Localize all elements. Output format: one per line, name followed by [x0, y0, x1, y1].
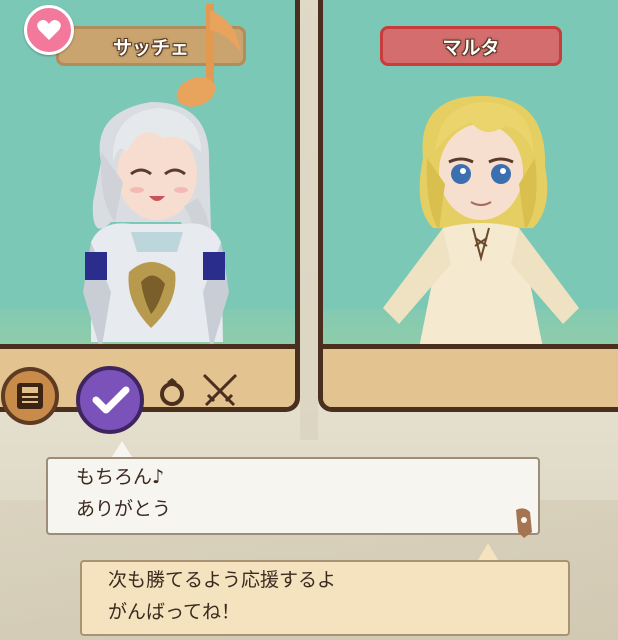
- journal-button[interactable]: [1, 367, 59, 425]
- npc-speech-bubble: 次も勝てるよう応援するよ がんばってね！: [80, 560, 570, 636]
- player-speech-bubble[interactable]: もちろん♪ ありがとう: [46, 457, 540, 535]
- sacche-character: [83, 102, 229, 352]
- crossed-swords-icon[interactable]: [200, 371, 240, 411]
- player-bubble-tail: [112, 441, 132, 457]
- npc-bubble-tail: [478, 543, 498, 560]
- maruta-character: [383, 95, 579, 348]
- edit-icon[interactable]: [512, 506, 536, 540]
- heart-icon: [24, 5, 74, 55]
- journal-icon: [17, 383, 43, 409]
- music-note-icon: [176, 4, 240, 107]
- check-icon: [92, 386, 130, 414]
- right-panel-bar: [323, 344, 618, 407]
- ring-icon[interactable]: [157, 376, 187, 406]
- check-button[interactable]: [76, 366, 144, 434]
- right-name-tag: マルタ: [380, 26, 562, 66]
